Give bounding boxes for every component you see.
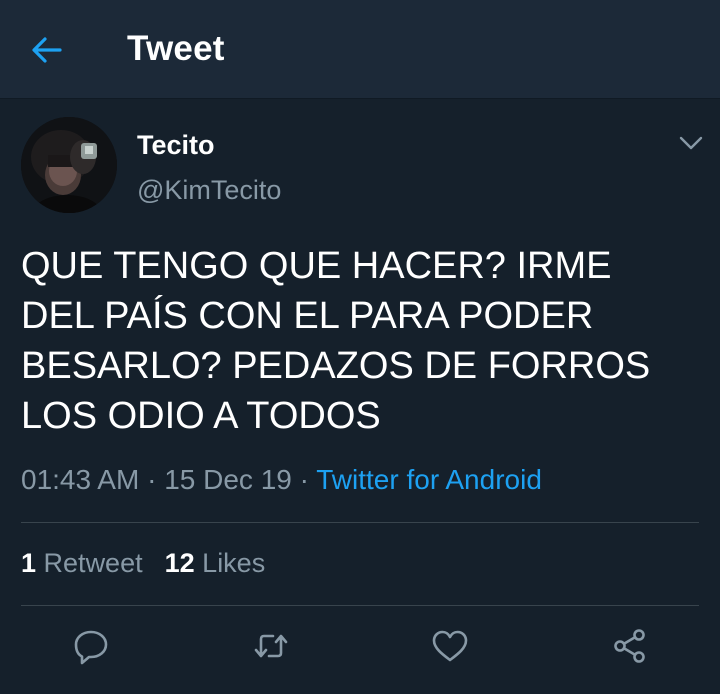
top-bar: Tweet bbox=[0, 0, 720, 99]
tweet-text: QUE TENGO QUE HACER? IRME DEL PAÍS CON E… bbox=[21, 245, 651, 437]
reply-icon bbox=[74, 630, 108, 665]
divider bbox=[21, 605, 699, 606]
tweet-date: 15 Dec 19 bbox=[164, 464, 292, 495]
chevron-down-icon[interactable] bbox=[678, 132, 704, 154]
likes-stat[interactable]: 12 Likes bbox=[165, 548, 266, 578]
tweet-meta: 01:43 AM · 15 Dec 19 · Twitter for Andro… bbox=[21, 464, 542, 496]
retweet-icon bbox=[254, 634, 288, 658]
share-button[interactable] bbox=[610, 626, 650, 666]
author-handle[interactable]: @KimTecito bbox=[137, 175, 281, 206]
tweet-source-link[interactable]: Twitter for Android bbox=[316, 464, 542, 495]
retweet-button[interactable] bbox=[251, 626, 291, 666]
author-display-name[interactable]: Tecito bbox=[137, 130, 215, 161]
avatar[interactable] bbox=[21, 117, 117, 213]
retweet-count: 1 bbox=[21, 548, 37, 578]
divider bbox=[21, 522, 699, 523]
retweet-label: Retweet bbox=[43, 548, 143, 578]
like-icon bbox=[432, 630, 468, 662]
meta-separator: · bbox=[299, 464, 309, 495]
tweet-time: 01:43 AM bbox=[21, 464, 140, 495]
page-title: Tweet bbox=[127, 29, 225, 68]
like-button[interactable] bbox=[430, 626, 470, 666]
retweets-stat[interactable]: 1 Retweet bbox=[21, 548, 143, 578]
meta-separator: · bbox=[147, 464, 157, 495]
reply-button[interactable] bbox=[71, 626, 111, 666]
like-label: Likes bbox=[202, 548, 266, 578]
like-count: 12 bbox=[164, 548, 195, 578]
tweet-stats: 1 Retweet 12 Likes bbox=[21, 548, 265, 579]
share-icon bbox=[614, 629, 645, 663]
arrow-left-icon[interactable] bbox=[30, 34, 64, 66]
